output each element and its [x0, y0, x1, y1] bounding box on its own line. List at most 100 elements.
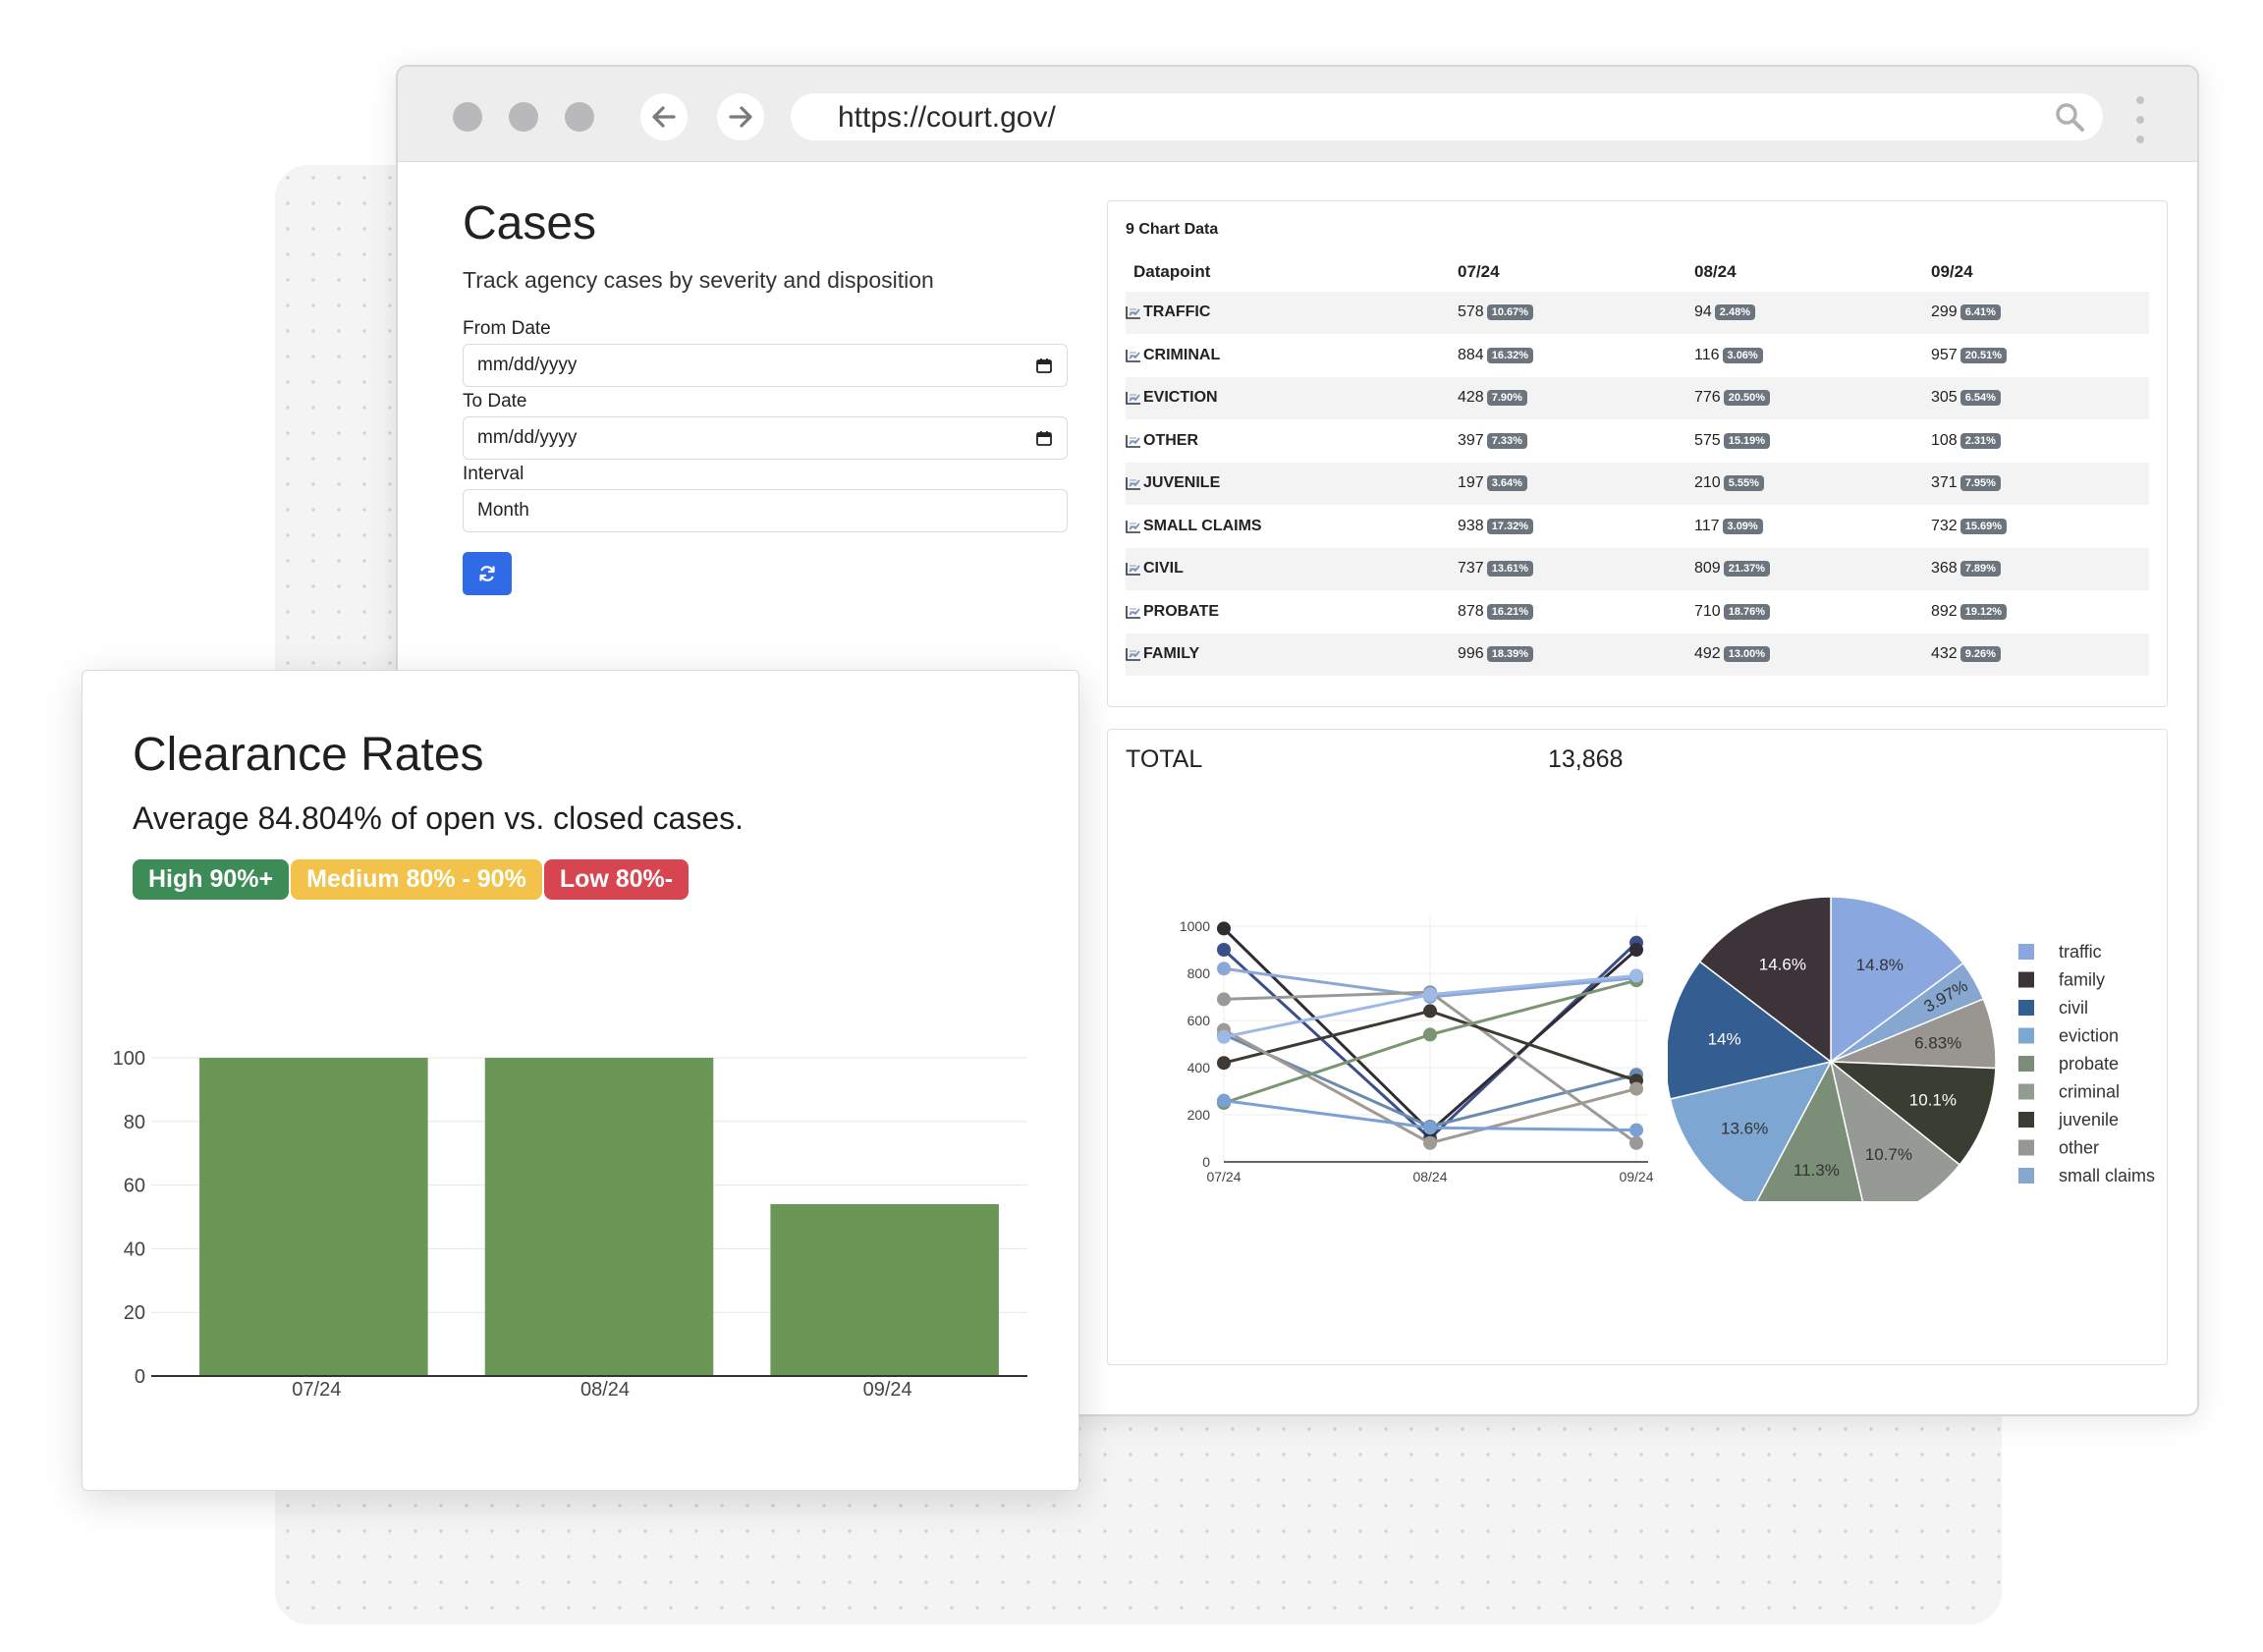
row-value: 737 13.61%	[1458, 560, 1534, 578]
row-label: CIVIL	[1143, 560, 1184, 577]
cell-count: 371	[1931, 474, 1958, 491]
row-value: 397 7.33%	[1458, 432, 1527, 450]
row-value: 938 17.32%	[1458, 517, 1534, 535]
cell-count: 938	[1458, 517, 1484, 534]
legend-swatch	[2018, 971, 2034, 988]
forward-button[interactable]	[717, 93, 764, 140]
row-label: PROBATE	[1143, 602, 1220, 620]
table-row: JUVENILE 197 3.64% 210 5.55% 371 7.95%	[1126, 463, 2149, 505]
row-value: 432 9.26%	[1931, 645, 2001, 663]
window-minimize-dot[interactable]	[509, 102, 538, 132]
y-tick-label: 60	[124, 1176, 145, 1197]
percent-badge: 6.54%	[1959, 390, 2001, 406]
y-tick-label: 600	[1187, 1013, 1211, 1028]
row-value: 578 10.67%	[1458, 303, 1534, 321]
line-chart-icon	[1126, 648, 1140, 661]
table-row: FAMILY 996 18.39% 492 13.00% 432 9.26%	[1126, 633, 2149, 676]
row-value: 892 19.12%	[1931, 603, 2008, 621]
legend-label: eviction	[2059, 1026, 2119, 1046]
cell-count: 957	[1931, 346, 1958, 363]
row-value: 305 6.54%	[1931, 389, 2001, 407]
legend-label: family	[2059, 970, 2105, 990]
legend-swatch	[2018, 1112, 2034, 1128]
row-datapoint: TRAFFIC	[1126, 303, 1210, 321]
x-tick-label: 09/24	[1619, 1169, 1653, 1184]
calendar-icon[interactable]	[1035, 429, 1053, 447]
row-value: 368 7.89%	[1931, 560, 2001, 578]
row-datapoint: OTHER	[1126, 432, 1198, 450]
table-row: CRIMINAL 884 16.32% 116 3.06% 957 20.51%	[1126, 335, 2149, 377]
percent-badge: 9.26%	[1959, 646, 2001, 662]
data-point	[1217, 1056, 1231, 1071]
row-label: TRAFFIC	[1143, 303, 1211, 320]
data-point	[1423, 987, 1437, 1002]
percent-badge: 15.19%	[1723, 432, 1771, 449]
row-value: 210 5.55%	[1694, 474, 1764, 492]
interval-select[interactable]: Month	[463, 489, 1068, 532]
cell-count: 305	[1931, 389, 1958, 406]
window-close-dot[interactable]	[453, 102, 482, 132]
percent-badge: 3.09%	[1722, 518, 1763, 534]
x-tick-label: 08/24	[1412, 1169, 1447, 1184]
line-chart-icon	[1126, 605, 1140, 619]
percent-badge: 13.61%	[1486, 561, 1534, 577]
calendar-icon[interactable]	[1035, 357, 1053, 374]
percent-badge: 7.89%	[1959, 561, 2001, 577]
row-value: 428 7.90%	[1458, 389, 1527, 407]
table-row: CIVIL 737 13.61% 809 21.37% 368 7.89%	[1126, 548, 2149, 590]
legend-label: probate	[2059, 1054, 2119, 1074]
x-tick-label: 09/24	[863, 1379, 912, 1401]
browser-menu-icon[interactable]	[2136, 96, 2144, 155]
row-label: JUVENILE	[1143, 474, 1221, 491]
percent-badge: 21.37%	[1723, 561, 1771, 577]
table-title: 9 Chart Data	[1126, 221, 1219, 238]
window-zoom-dot[interactable]	[565, 102, 594, 132]
address-bar[interactable]: https://court.gov/	[791, 93, 2103, 140]
percent-badge: 7.90%	[1486, 390, 1527, 406]
total-label: TOTAL	[1126, 745, 1203, 773]
legend-label: small claims	[2059, 1166, 2155, 1185]
slice-label: 10.7%	[1865, 1145, 1912, 1164]
y-tick-label: 40	[124, 1239, 145, 1260]
data-point	[1629, 1123, 1643, 1137]
back-button[interactable]	[640, 93, 688, 140]
search-icon[interactable]	[2054, 101, 2085, 133]
percent-badge: 10.67%	[1486, 304, 1534, 320]
cell-count: 197	[1458, 474, 1484, 491]
from-date-input[interactable]: mm/dd/yyyy	[463, 344, 1068, 387]
slice-label: 11.3%	[1794, 1161, 1840, 1180]
row-label: CRIMINAL	[1143, 346, 1221, 363]
row-datapoint: EVICTION	[1126, 389, 1218, 407]
pie-chart: 14.8%3.97%6.83%10.1%10.7%11.3%13.6%14%14…	[1668, 896, 2155, 1201]
legend-label: other	[2059, 1138, 2099, 1158]
cell-count: 397	[1458, 431, 1484, 449]
percent-badge: 7.33%	[1486, 432, 1527, 449]
row-value: 996 18.39%	[1458, 645, 1534, 663]
line-chart-icon	[1126, 434, 1140, 448]
bar	[484, 1058, 714, 1376]
table-row: OTHER 397 7.33% 575 15.19% 108 2.31%	[1126, 420, 2149, 463]
data-point	[1423, 1027, 1437, 1042]
data-point	[1629, 943, 1643, 957]
row-value: 492 13.00%	[1694, 645, 1771, 663]
row-value: 108 2.31%	[1931, 432, 2001, 450]
cell-count: 428	[1458, 389, 1484, 406]
row-datapoint: CIVIL	[1126, 560, 1184, 578]
cell-count: 737	[1458, 560, 1484, 577]
y-tick-label: 200	[1187, 1107, 1211, 1123]
from-date-label: From Date	[463, 318, 551, 339]
to-date-input[interactable]: mm/dd/yyyy	[463, 416, 1068, 460]
slice-label: 10.1%	[1909, 1091, 1957, 1110]
row-value: 957 20.51%	[1931, 346, 2008, 364]
legend-swatch	[2018, 1000, 2034, 1016]
legend-swatch	[2018, 1139, 2034, 1156]
interval-value: Month	[477, 500, 529, 521]
data-point	[1423, 1121, 1437, 1135]
page-title: Cases	[463, 197, 597, 249]
bar	[199, 1058, 428, 1376]
medium-badge: Medium 80% - 90%	[291, 859, 542, 900]
refresh-button[interactable]	[463, 552, 512, 595]
row-value: 878 16.21%	[1458, 603, 1534, 621]
clearance-title: Clearance Rates	[133, 729, 484, 781]
row-value: 732 15.69%	[1931, 518, 2008, 535]
